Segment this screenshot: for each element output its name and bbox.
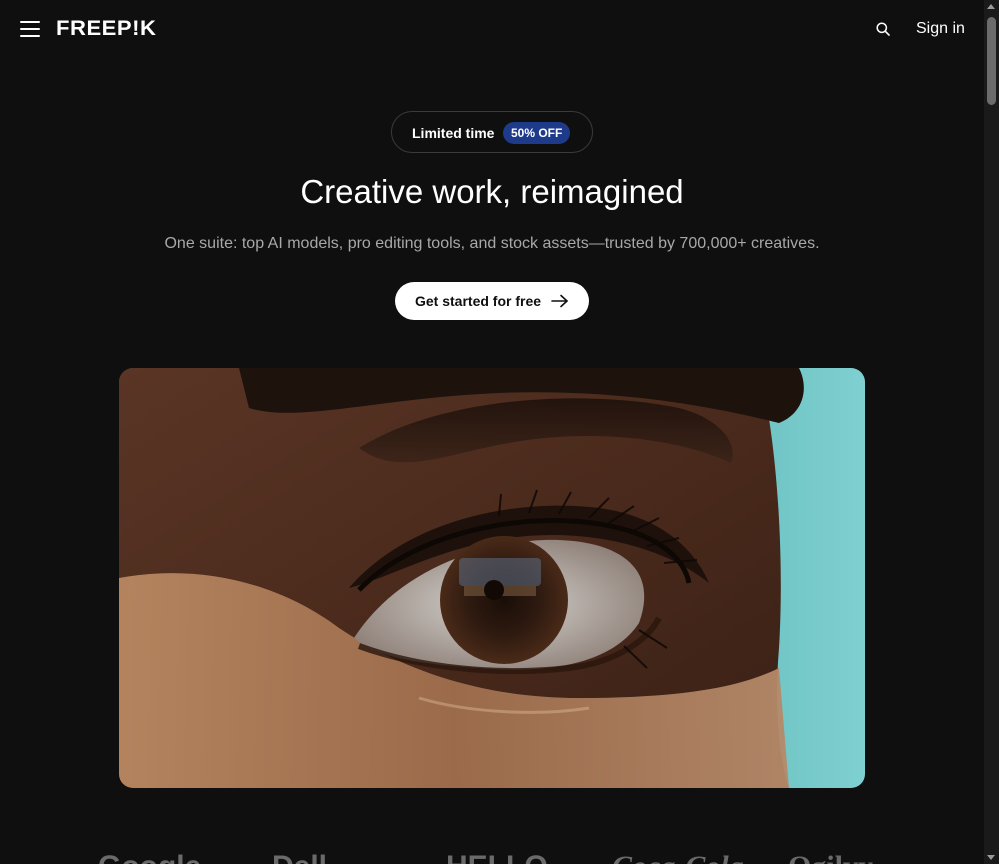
scroll-down-arrow-icon[interactable] <box>987 855 995 860</box>
cta-label: Get started for free <box>415 293 542 309</box>
brand-logo-coca-cola: Coca-Cola <box>612 850 744 864</box>
search-icon[interactable] <box>876 22 890 36</box>
promo-label: Limited time <box>412 125 495 141</box>
brand-logo-ogilvy: Ogilvy <box>788 850 873 864</box>
scroll-thumb[interactable] <box>987 17 996 105</box>
page-scrollbar[interactable] <box>984 0 999 864</box>
sign-in-link[interactable]: Sign in <box>916 19 965 39</box>
hero-title: Creative work, reimagined <box>300 173 684 210</box>
arrow-right-icon <box>551 294 568 308</box>
hero-subtitle: One suite: top AI models, pro editing to… <box>164 235 820 252</box>
eye-closeup-illustration <box>119 368 865 788</box>
brand-logos-row: Google Dell HELLO Coca-Cola Ogilvy <box>0 840 984 864</box>
brand-logo-google: Google <box>98 850 201 864</box>
brand-logo-hello: HELLO <box>446 850 548 864</box>
brand-logo-dell: Dell <box>272 850 327 864</box>
get-started-button[interactable]: Get started for free <box>395 282 589 320</box>
freepik-logo[interactable]: FREEP!K <box>56 17 156 41</box>
hamburger-menu-icon[interactable] <box>20 20 40 38</box>
scroll-up-arrow-icon[interactable] <box>987 4 995 9</box>
top-navigation-bar: FREEP!K Sign in <box>0 0 984 58</box>
discount-badge: 50% OFF <box>503 122 571 144</box>
hero-eye-image <box>119 368 865 788</box>
limited-time-promo-pill[interactable]: Limited time 50% OFF <box>391 111 593 153</box>
